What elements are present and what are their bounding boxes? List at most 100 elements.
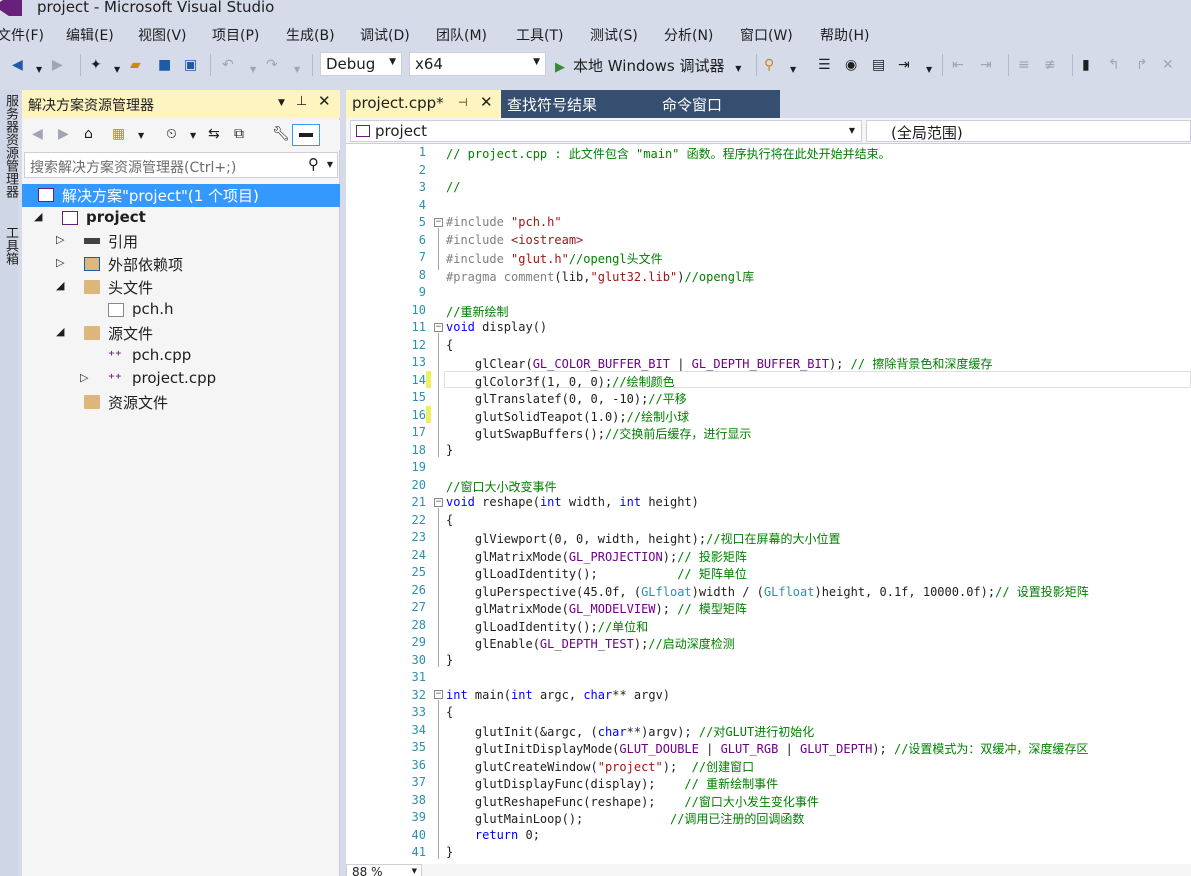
clear-bookmarks-icon[interactable]: ✕ bbox=[1162, 56, 1174, 74]
code-editor[interactable]: − − − − 1 // project.cpp : 此文件包含 "main" 函… bbox=[346, 144, 1191, 864]
bookmark-icon[interactable]: ▮ bbox=[1082, 56, 1090, 74]
back-icon[interactable]: ◀ bbox=[32, 126, 43, 142]
switch-views-icon[interactable]: ▦ bbox=[112, 126, 125, 142]
code-token: //对GLUT进行初始化 bbox=[698, 724, 815, 739]
scope-dropdown[interactable]: (全局范围) bbox=[866, 120, 1191, 142]
prev-bookmark-icon[interactable]: ↰ bbox=[1108, 56, 1120, 74]
tree-item[interactable]: 解决方案"project"(1 个项目) bbox=[22, 184, 340, 207]
open-file-icon[interactable]: ▰ bbox=[130, 56, 141, 74]
menu-test[interactable]: 测试(S) bbox=[590, 25, 638, 45]
menu-window[interactable]: 窗口(W) bbox=[740, 25, 793, 45]
close-icon[interactable]: ✕ bbox=[480, 93, 493, 111]
redo-dropdown-icon[interactable]: ▼ bbox=[294, 61, 300, 79]
toolbox-tab[interactable]: 工具箱 bbox=[1, 226, 20, 265]
toggle-layout-icon[interactable]: ☰ bbox=[818, 56, 831, 74]
outdent-icon[interactable]: ⇤ bbox=[952, 56, 964, 74]
back-icon[interactable]: ◀ bbox=[12, 56, 23, 74]
menu-file[interactable]: 文件(F) bbox=[0, 25, 44, 45]
save-all-icon[interactable]: ▣ bbox=[184, 56, 197, 74]
preview-selected-button[interactable] bbox=[292, 124, 320, 146]
platform-dropdown[interactable]: x64 ▼ bbox=[409, 52, 546, 76]
code-token: glClear( bbox=[446, 357, 533, 371]
menu-help[interactable]: 帮助(H) bbox=[820, 25, 869, 45]
code-line: { bbox=[446, 513, 453, 527]
menu-build[interactable]: 生成(B) bbox=[286, 25, 335, 45]
fold-toggle-icon[interactable]: − bbox=[434, 498, 443, 507]
undo-dropdown-icon[interactable]: ▼ bbox=[250, 61, 256, 79]
indent-icon[interactable]: ⇥ bbox=[980, 56, 992, 74]
collapse-all-icon[interactable]: ⧉ bbox=[234, 126, 244, 142]
code-line: glutSolidTeapot(1.0);//绘制小球 bbox=[446, 408, 689, 425]
line-number: 2 bbox=[418, 162, 426, 177]
uncomment-icon[interactable]: ≢ bbox=[1044, 56, 1056, 74]
tree-item-label: 头文件 bbox=[108, 279, 154, 297]
menu-team[interactable]: 团队(M) bbox=[436, 25, 487, 45]
expand-icon[interactable]: ▷ bbox=[56, 233, 64, 246]
collapse-icon[interactable]: ◢ bbox=[56, 325, 64, 338]
save-icon[interactable]: ■ bbox=[158, 56, 171, 74]
redo-icon[interactable]: ↷ bbox=[266, 56, 278, 74]
code-token: // 模型矩阵 bbox=[677, 602, 747, 616]
attach-process-icon[interactable]: ▤ bbox=[872, 56, 885, 74]
menu-project[interactable]: 项目(P) bbox=[212, 25, 259, 45]
forward-icon[interactable]: ▶ bbox=[52, 56, 63, 74]
expand-icon[interactable]: ▷ bbox=[56, 256, 64, 269]
forward-icon[interactable]: ▶ bbox=[58, 126, 69, 142]
menu-bar: 文件(F) 编辑(E) 视图(V) 项目(P) 生成(B) 调试(D) 团队(M… bbox=[0, 22, 1191, 48]
menu-debug[interactable]: 调试(D) bbox=[360, 25, 410, 45]
project-dropdown[interactable]: project ▼ bbox=[350, 120, 862, 142]
back-dropdown-icon[interactable]: ▼ bbox=[36, 61, 42, 79]
fold-toggle-icon[interactable]: − bbox=[434, 323, 443, 332]
tree-item[interactable]: ▷ 引用 bbox=[22, 230, 340, 253]
next-bookmark-icon[interactable]: ↱ bbox=[1136, 56, 1148, 74]
collapse-icon[interactable]: ◢ bbox=[34, 210, 42, 223]
undo-icon[interactable]: ↶ bbox=[222, 56, 234, 74]
code-line: glMatrixMode(GL_PROJECTION);// 投影矩阵 bbox=[446, 548, 747, 565]
collapse-icon[interactable]: ◢ bbox=[56, 279, 64, 292]
tree-item[interactable]: ◢ project bbox=[22, 207, 340, 230]
chevron-down-icon[interactable]: ▼ bbox=[190, 131, 196, 140]
overflow-icon[interactable]: ▼ bbox=[926, 61, 932, 79]
browser-link-icon[interactable]: ◉ bbox=[845, 56, 857, 74]
home-icon[interactable]: ⌂ bbox=[84, 126, 93, 142]
comment-icon[interactable]: ≡ bbox=[1018, 56, 1030, 74]
line-number: 25 bbox=[411, 565, 426, 579]
close-icon[interactable]: ✕ bbox=[318, 92, 331, 110]
tree-item[interactable]: ⁺⁺ pch.cpp bbox=[22, 345, 340, 368]
tab-find-symbol-results[interactable]: 查找符号结果 bbox=[501, 90, 655, 118]
pin-icon[interactable]: ⊥ bbox=[296, 94, 307, 109]
expand-icon[interactable]: ▷ bbox=[80, 371, 88, 384]
zoom-dropdown[interactable]: 88 % ▼ bbox=[346, 864, 422, 876]
server-explorer-tab[interactable]: 服务器资源管理器 bbox=[1, 94, 20, 198]
new-project-dropdown-icon[interactable]: ▼ bbox=[114, 61, 120, 79]
overflow-icon[interactable]: ▼ bbox=[790, 61, 796, 79]
solution-config-dropdown[interactable]: Debug ▼ bbox=[320, 52, 402, 76]
fold-toggle-icon[interactable]: − bbox=[434, 218, 443, 227]
pin-icon[interactable]: ⊣ bbox=[458, 96, 468, 109]
properties-icon[interactable]: 🔧︎ bbox=[272, 126, 290, 142]
menu-edit[interactable]: 编辑(E) bbox=[66, 25, 114, 45]
fold-toggle-icon[interactable]: − bbox=[434, 690, 443, 699]
window-position-icon[interactable]: ▼ bbox=[278, 98, 285, 108]
menu-tools[interactable]: 工具(T) bbox=[516, 25, 563, 45]
solution-search-input[interactable]: 搜索解决方案资源管理器(Ctrl+;) ⚲ ▼ bbox=[24, 152, 338, 178]
tree-item[interactable]: pch.h bbox=[22, 299, 340, 322]
tree-item[interactable]: ▷ 外部依赖项 bbox=[22, 253, 340, 276]
export-icon[interactable]: ⇥ bbox=[898, 56, 910, 74]
tab-project-cpp[interactable]: project.cpp* ⊣ ✕ bbox=[346, 90, 501, 118]
search-icon[interactable]: ⚲ bbox=[308, 155, 319, 173]
menu-view[interactable]: 视图(V) bbox=[138, 25, 187, 45]
sync-icon[interactable]: ⇆ bbox=[208, 126, 220, 142]
tree-item[interactable]: ▷ ⁺⁺ project.cpp bbox=[22, 368, 340, 391]
start-debugging-button[interactable]: ▶ 本地 Windows 调试器 ▼ bbox=[555, 55, 741, 76]
tab-command-window[interactable]: 命令窗口 bbox=[655, 90, 780, 118]
tree-item[interactable]: ◢ 源文件 bbox=[22, 322, 340, 345]
find-in-files-icon[interactable]: ⚲ bbox=[764, 56, 774, 74]
tree-item[interactable]: ◢ 头文件 bbox=[22, 276, 340, 299]
chevron-down-icon[interactable]: ▼ bbox=[327, 160, 333, 169]
menu-analyze[interactable]: 分析(N) bbox=[664, 25, 713, 45]
pending-changes-icon[interactable]: ⏲ bbox=[166, 126, 177, 142]
new-project-icon[interactable]: ✦ bbox=[90, 56, 102, 74]
tree-item[interactable]: 资源文件 bbox=[22, 391, 340, 414]
chevron-down-icon[interactable]: ▼ bbox=[138, 131, 144, 140]
